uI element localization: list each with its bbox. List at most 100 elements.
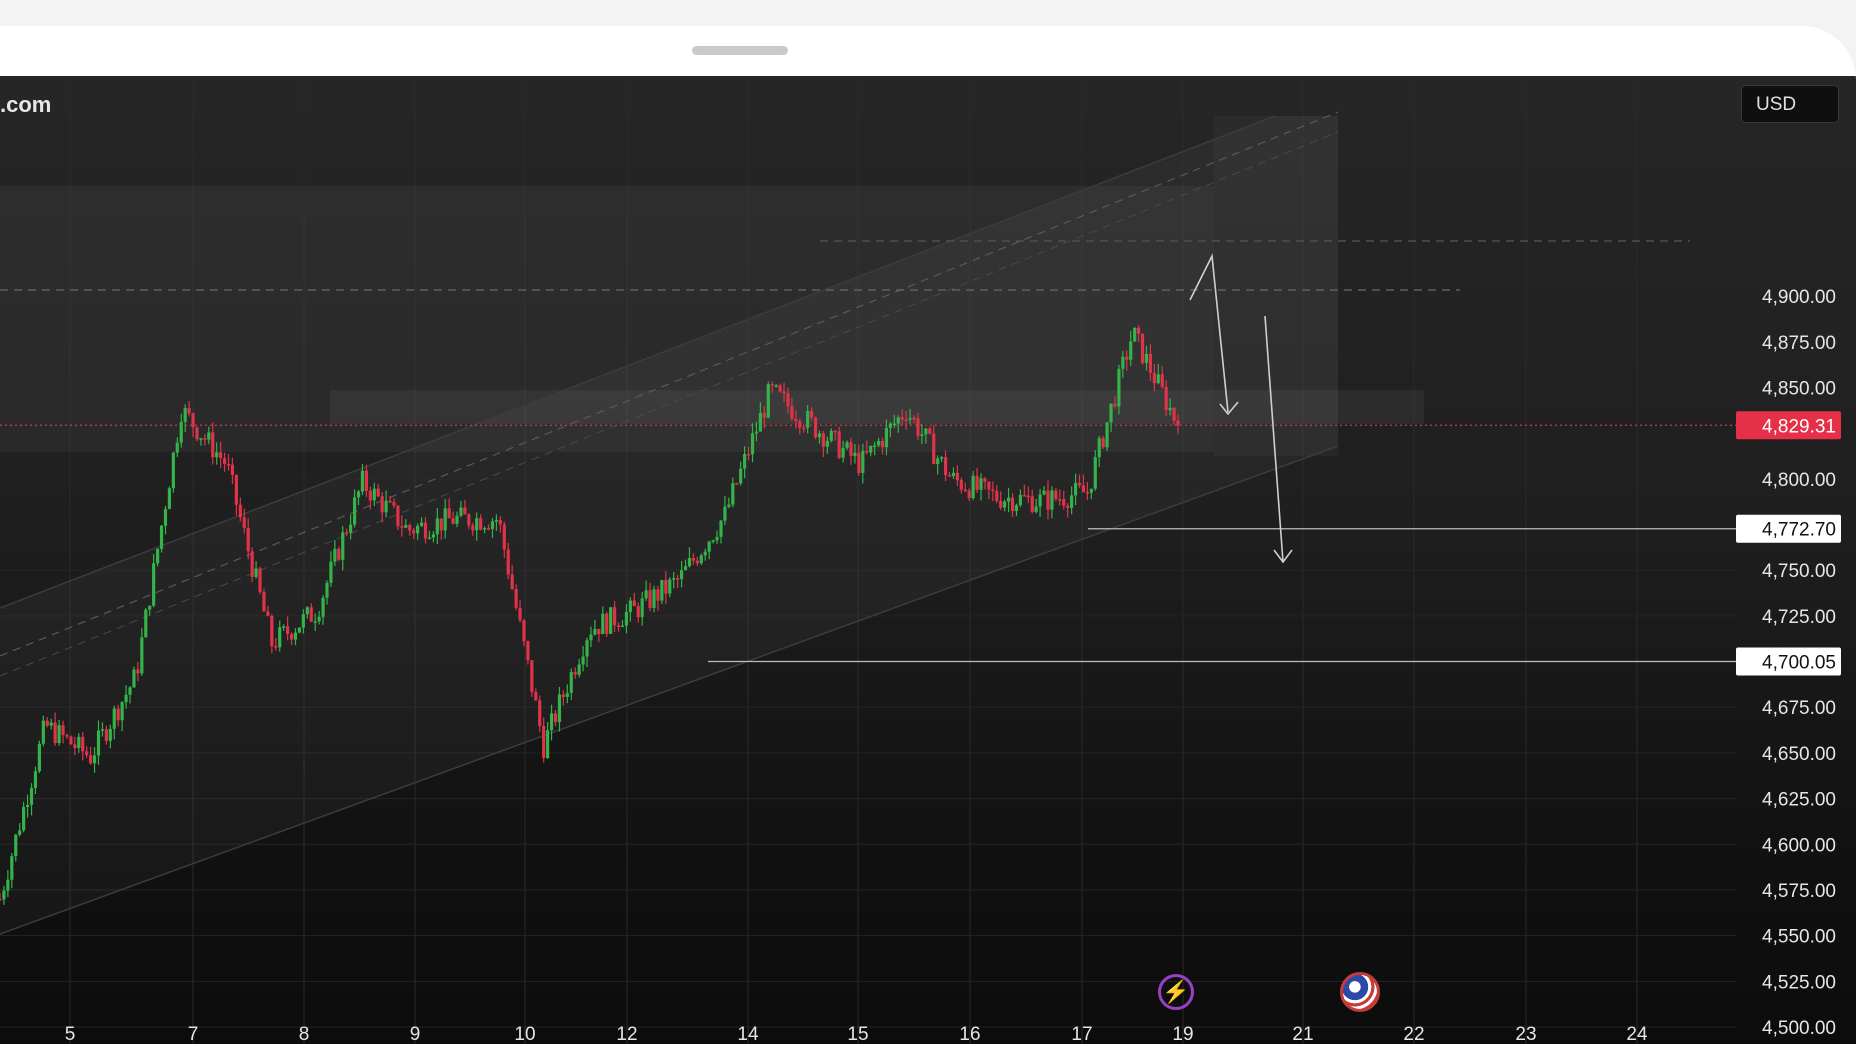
candle-body [297, 627, 302, 633]
candle-body [2, 890, 6, 900]
candle-body [908, 417, 912, 420]
candle-body [219, 452, 223, 459]
candle-body [262, 592, 266, 612]
candle-body [1093, 457, 1097, 489]
candle-body [136, 669, 140, 674]
candle-body [518, 607, 522, 621]
candle-body [61, 725, 65, 736]
candle-body [69, 736, 73, 745]
candle-body [447, 508, 451, 519]
x-tick-label: 21 [1292, 1024, 1313, 1044]
candle-body [0, 899, 2, 901]
candle-body [837, 431, 841, 458]
candle-body [1152, 372, 1156, 384]
candle-body [341, 532, 345, 560]
candle-body [679, 570, 684, 580]
candle-body [222, 458, 227, 464]
candle-body [400, 526, 404, 528]
candle-body [89, 755, 93, 764]
candle-body [995, 490, 999, 501]
candle-body [971, 475, 975, 499]
candle-body [920, 434, 924, 436]
candle-body [691, 558, 696, 561]
candle-body [498, 520, 502, 525]
candle-body [1042, 490, 1046, 495]
candle-body [100, 729, 105, 731]
candle-body [325, 582, 329, 598]
candle-body [628, 600, 632, 612]
candle-body [762, 412, 766, 418]
candle-body [711, 540, 715, 542]
candle-body [624, 611, 629, 626]
candle-body [352, 497, 357, 525]
candle-body [1105, 422, 1109, 448]
candle-body [668, 579, 672, 594]
candle-body [825, 440, 829, 447]
candle-body [853, 452, 857, 457]
candle-body [230, 464, 235, 476]
drag-handle[interactable] [692, 46, 788, 55]
candle-body [955, 472, 959, 481]
lightning-event-icon[interactable]: ⚡ [1158, 974, 1194, 1010]
candle-body [475, 518, 479, 531]
candle-body [640, 598, 644, 618]
candle-body [932, 433, 936, 465]
x-tick-label: 5 [65, 1024, 76, 1044]
y-tick-label: 4,800.00 [1762, 470, 1836, 491]
candle-body [482, 528, 487, 530]
candle-body [979, 478, 983, 490]
candle-body [108, 728, 112, 741]
candle-body [774, 385, 778, 387]
candle-body [597, 628, 601, 635]
candle-body [758, 412, 762, 432]
candle-body [388, 500, 392, 503]
us-flag-icon[interactable] [1340, 972, 1380, 1012]
candle-body [731, 483, 735, 505]
x-tick-label: 8 [299, 1024, 310, 1044]
candle-body [1137, 327, 1141, 334]
candle-body [258, 568, 262, 593]
candle-body [1172, 407, 1176, 421]
candle-body [81, 736, 85, 752]
price-chart[interactable]: 4,900.00 4,875.00 4,850.00 4,800.00 4,750.00… [0, 76, 1856, 1044]
candle-body [494, 520, 499, 522]
candle-body [786, 393, 790, 407]
candle-body [1164, 386, 1168, 411]
candle-body [1125, 356, 1129, 360]
candle-body [951, 472, 956, 477]
current-price-tag: 4,829.31 [1762, 416, 1836, 437]
candle-body [861, 450, 865, 473]
candle-body [813, 417, 818, 438]
candle-body [943, 457, 948, 476]
candle-body [869, 445, 873, 453]
currency-button[interactable]: USD [1741, 85, 1839, 123]
brand-watermark: .com [0, 92, 52, 117]
candle-body [408, 525, 412, 531]
candle-body [1054, 490, 1058, 500]
candle-body [884, 427, 889, 448]
candle-body [1081, 485, 1086, 493]
candle-body [1133, 327, 1137, 342]
candle-body [65, 735, 69, 737]
candle-body [936, 458, 940, 465]
candle-body [735, 483, 739, 485]
candle-body [376, 488, 380, 497]
candle-body [41, 720, 45, 744]
candle-body [865, 450, 869, 453]
candle-body [719, 520, 723, 537]
candle-body [187, 408, 191, 414]
candle-body [754, 431, 759, 434]
candle-body [794, 418, 798, 422]
candle-body [549, 713, 554, 731]
candle-body [660, 579, 664, 601]
candle-body [490, 521, 495, 529]
candle-body [1121, 356, 1125, 369]
chart-canvas[interactable]: 4,900.00 4,875.00 4,850.00 4,800.00 4,750.00… [0, 76, 1856, 1044]
candle-body [124, 694, 128, 703]
candle-body [349, 524, 353, 533]
candle-body [345, 532, 349, 534]
candle-body [53, 722, 57, 744]
candle-body [806, 411, 810, 428]
candle-body [809, 411, 814, 418]
y-tick-label: 4,550.00 [1762, 927, 1836, 948]
